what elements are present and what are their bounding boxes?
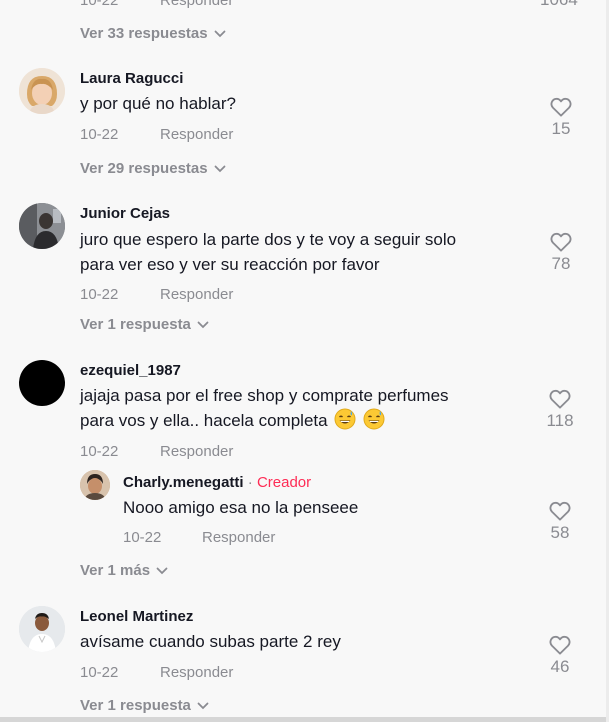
like-button[interactable]: 78 (541, 232, 581, 274)
grinning-sweat-emoji-icon (334, 408, 356, 430)
like-count: 1064 (540, 0, 578, 10)
heart-outline-icon (550, 232, 572, 252)
heart-outline-icon (549, 501, 571, 521)
reply-button[interactable]: Responder (160, 286, 233, 303)
view-replies-label: Ver 33 respuestas (80, 25, 208, 42)
reply-date: 10-22 (123, 529, 162, 546)
comment-username[interactable]: Leonel Martinez (80, 608, 193, 625)
like-count: 46 (550, 657, 570, 676)
reply-button[interactable]: Responder (202, 529, 275, 546)
chevron-down-icon (214, 165, 225, 172)
comment-text: y por qué no hablar? (80, 94, 236, 113)
comment-text-line: juro que espero la parte dos y te voy a … (80, 230, 457, 249)
heart-outline-icon (550, 97, 572, 117)
like-button[interactable]: 58 (540, 501, 580, 543)
comment-date: 10-22 (80, 286, 119, 303)
like-button[interactable]: 118 (540, 389, 580, 431)
like-count: 15 (551, 119, 571, 138)
comment-date: 10-22 (80, 664, 119, 681)
view-replies-button[interactable]: Ver 29 respuestas (80, 160, 226, 177)
comment-text-line: para ver eso y ver su reacción por favor (80, 255, 380, 274)
like-count: 58 (550, 523, 570, 542)
reply-button[interactable]: Responder (160, 126, 233, 143)
like-button[interactable]: 46 (540, 635, 580, 677)
reply-button[interactable]: Responder (160, 0, 233, 9)
avatar[interactable] (19, 360, 65, 406)
comment-date: 10-22 (80, 443, 119, 460)
reply-button[interactable]: Responder (160, 443, 233, 460)
chevron-down-icon (214, 30, 225, 37)
reply-button[interactable]: Responder (160, 664, 233, 681)
heart-outline-icon (549, 635, 571, 655)
like-count: 78 (551, 254, 571, 273)
view-replies-label: Ver 29 respuestas (80, 160, 208, 177)
comment-text-line: jajaja pasa por el free shop y comprate … (80, 386, 449, 405)
view-replies-button[interactable]: Ver 1 respuesta (80, 316, 209, 333)
like-count: 118 (546, 411, 574, 430)
avatar[interactable] (19, 68, 65, 114)
reply-username-line: Charly.menegatti · Creador (123, 474, 311, 491)
view-replies-label: Ver 1 respuesta (80, 697, 191, 714)
view-more-button[interactable]: Ver 1 más (80, 562, 168, 579)
comment-text-line: para vos y ella.. hacela completa (80, 411, 328, 430)
separator-dot: · (247, 474, 253, 491)
chevron-down-icon (156, 567, 168, 574)
reply-username[interactable]: Charly.menegatti (123, 474, 244, 491)
avatar[interactable] (19, 203, 65, 249)
chevron-down-icon (197, 321, 209, 328)
like-button[interactable]: 15 (541, 97, 581, 139)
creator-badge: Creador (256, 474, 312, 491)
comment-text: avísame cuando subas parte 2 rey (80, 632, 341, 651)
view-more-label: Ver 1 más (80, 562, 151, 579)
bottom-divider (0, 717, 609, 722)
heart-outline-icon (549, 389, 571, 409)
comment-username[interactable]: Laura Ragucci (80, 70, 183, 87)
view-replies-label: Ver 1 respuesta (80, 316, 191, 333)
avatar[interactable] (19, 606, 65, 652)
comment-username[interactable]: Junior Cejas (80, 205, 170, 222)
comment-date: 10-22 (80, 0, 119, 9)
grinning-sweat-emoji-icon (363, 408, 385, 430)
avatar[interactable] (80, 470, 110, 500)
comment-username[interactable]: ezequiel_1987 (80, 362, 181, 379)
view-replies-button[interactable]: Ver 1 respuesta (80, 697, 209, 714)
comment-text-line-with-emoji: para vos y ella.. hacela completa (80, 408, 385, 433)
comment-date: 10-22 (80, 126, 119, 143)
reply-text: Nooo amigo esa no la penseee (123, 498, 359, 517)
chevron-down-icon (197, 702, 209, 709)
view-replies-button[interactable]: Ver 33 respuestas (80, 25, 226, 42)
